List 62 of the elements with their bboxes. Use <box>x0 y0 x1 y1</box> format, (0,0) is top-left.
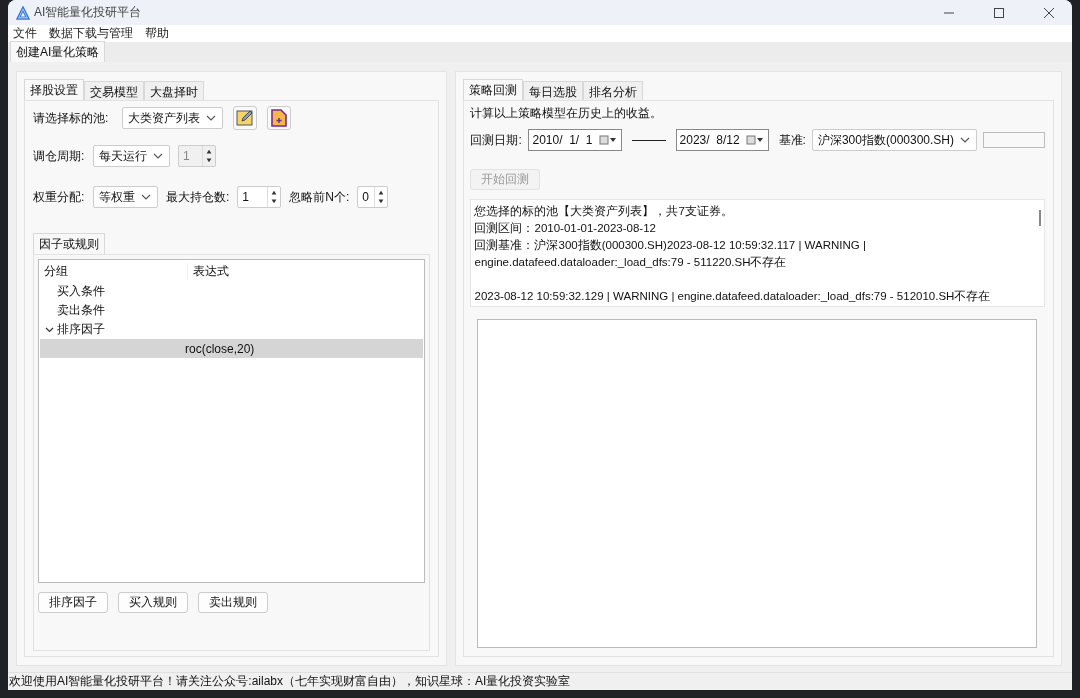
tree-item-label: 买入条件 <box>57 283 105 300</box>
field-label: 请选择标的池: <box>33 109 109 127</box>
column-header[interactable]: 分组 <box>39 262 188 280</box>
expression-text: roc(close,20) <box>185 341 255 356</box>
calendar-icon <box>598 135 617 145</box>
log-line: 回测区间：2010-01-01-2023-08-12 <box>474 221 657 236</box>
chevron-down-icon <box>206 115 217 121</box>
pool-dropdown[interactable]: 大类资产列表 <box>122 107 224 129</box>
field-label: 权重分配: <box>33 188 85 206</box>
log-line: 2023-08-12 10:59:32.129 | WARNING | engine.datafeed.dataloader:_load_dfs:79 - 512010.SH不存在 <box>474 289 992 304</box>
window-title: AI智能量化投研平台 <box>34 4 143 21</box>
close-icon <box>1044 7 1054 18</box>
tree-item-label: 排序因子 <box>57 321 105 338</box>
chevron-down-icon[interactable] <box>45 325 54 334</box>
period-dropdown[interactable]: 每天运行 <box>93 145 170 167</box>
logo-icon <box>16 5 30 20</box>
tab[interactable]: 交易模型 <box>84 81 144 100</box>
add-file-button[interactable] <box>267 106 292 130</box>
status-text: 欢迎使用AI智能量化投研平台！请关注公众号:ailabx（七年实现财富自由），知识星球：AI量化投资实验室 <box>9 673 571 690</box>
chevron-down-icon <box>153 153 163 159</box>
field-label: 忽略前N个: <box>289 188 350 206</box>
menu-item[interactable]: 文件 <box>13 25 37 42</box>
edit-button[interactable] <box>233 106 258 130</box>
log-line: 您选择的标的池【大类资产列表】，共7支证券。 <box>474 204 734 219</box>
spin-box[interactable]: 1 <box>237 186 282 208</box>
date-picker[interactable]: 2023/ 8/12 <box>675 129 769 151</box>
tree-row[interactable]: roc(close,20) <box>40 339 424 358</box>
field-label: 回测日期: <box>470 131 523 149</box>
tree-row[interactable]: 买入条件 <box>40 282 424 301</box>
rule-button[interactable]: 卖出规则 <box>198 592 268 613</box>
tab[interactable]: 每日选股 <box>523 81 584 100</box>
tree-row[interactable]: 排序因子 <box>40 320 424 339</box>
tab[interactable]: 创建AI量化策略 <box>10 41 106 62</box>
rule-button[interactable]: 排序因子 <box>38 592 108 613</box>
tab[interactable]: 排名分析 <box>583 81 644 100</box>
rule-button[interactable]: 买入规则 <box>118 592 188 613</box>
tab[interactable]: 大盘择时 <box>144 81 204 100</box>
menu-item[interactable]: 帮助 <box>145 25 169 42</box>
benchmark-dropdown[interactable]: 沪深300指数(000300.SH) <box>811 129 977 151</box>
field-label: 调仓周期: <box>33 147 85 165</box>
maximize-icon <box>994 7 1004 18</box>
calendar-icon <box>745 135 764 145</box>
tab[interactable]: 策略回测 <box>463 79 524 100</box>
log-line: engine.datafeed.dataloader:_load_dfs:79 - 511220.SH不存在 <box>474 255 788 270</box>
chevron-down-icon <box>960 137 970 143</box>
chevron-down-icon <box>141 194 151 200</box>
column-header[interactable]: 表达式 <box>188 262 229 280</box>
tree-item-label: 卖出条件 <box>57 302 105 319</box>
field-label: 基准: <box>778 131 806 149</box>
menu-item[interactable]: 数据下载与管理 <box>49 25 133 42</box>
tree-row[interactable]: 卖出条件 <box>40 301 424 320</box>
log-line: 回测基准：沪深300指数(000300.SH)2023-08-12 10:59:32.117 | WARNING | <box>474 238 867 253</box>
tab[interactable]: 择股设置 <box>24 79 84 100</box>
scrollbar-thumb[interactable] <box>1038 210 1041 226</box>
group-tab[interactable]: 因子或规则 <box>33 233 105 254</box>
field-label: 最大持仓数: <box>166 188 230 206</box>
weight-dropdown[interactable]: 等权重 <box>93 186 158 208</box>
file-plus-icon <box>271 109 288 127</box>
spin-box[interactable]: 0 <box>357 186 389 208</box>
description-text: 计算以上策略模型在历史上的收益。 <box>470 105 664 122</box>
date-picker[interactable]: 2010/ 1/ 1 <box>528 129 622 151</box>
pencil-note-icon <box>236 109 255 127</box>
